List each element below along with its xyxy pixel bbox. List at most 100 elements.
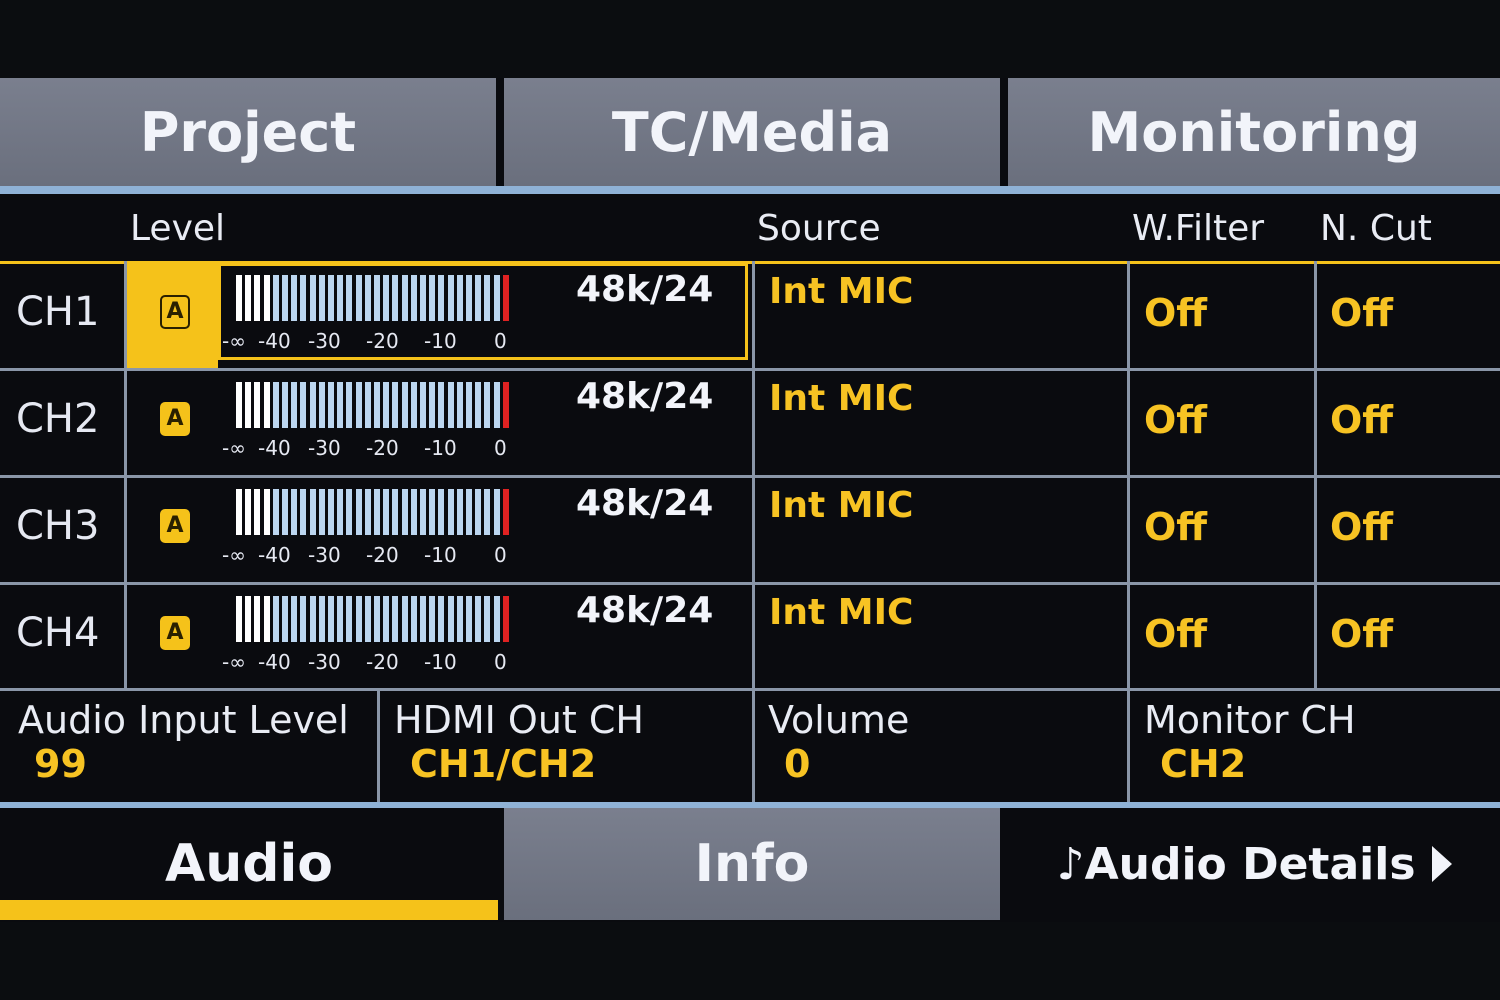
monitor-ch-value: CH2	[1160, 742, 1247, 786]
meter-scale: -∞ -40 -30 -20 -10 0	[222, 543, 522, 569]
meter-segment	[355, 596, 362, 642]
tab-audio[interactable]: Audio	[0, 808, 498, 920]
wfilter-value[interactable]: Off	[1144, 612, 1207, 656]
meter-segment	[328, 275, 334, 321]
sample-rate: 48k/24	[576, 590, 714, 631]
meter-segment	[245, 596, 252, 642]
settings-top-divider	[0, 688, 1500, 691]
scale-label: 0	[494, 650, 507, 674]
channel-row[interactable]: CH3 A -∞ -40 -30 -20 -10 0 48k/24 Int MIC Off Off	[0, 475, 1500, 582]
meter-segment	[346, 596, 353, 642]
meter-segment	[502, 489, 509, 535]
meter-segment	[502, 275, 509, 321]
level-header: Level	[130, 208, 226, 249]
meter-segment	[484, 275, 491, 321]
wfilter-value[interactable]: Off	[1144, 505, 1207, 549]
level-meter	[236, 489, 518, 535]
meter-segment	[291, 275, 298, 321]
col-divider	[1314, 368, 1317, 475]
scale-label: -10	[424, 650, 457, 674]
meter-segment	[346, 489, 353, 535]
meter-segment	[355, 275, 362, 321]
scale-label: -∞	[222, 543, 246, 567]
meter-segment	[429, 382, 436, 428]
monitor-ch-setting[interactable]: Monitor CH CH2	[1144, 698, 1356, 786]
meter-segment	[272, 596, 279, 642]
meter-segment	[337, 275, 344, 321]
sample-rate: 48k/24	[576, 376, 714, 417]
meter-segment	[245, 489, 252, 535]
volume-value: 0	[784, 742, 811, 786]
volume-setting[interactable]: Volume 0	[768, 698, 909, 786]
tab-project[interactable]: Project	[0, 78, 496, 186]
source-value[interactable]: Int MIC	[769, 485, 913, 526]
auto-level-cell[interactable]: A	[126, 475, 218, 582]
meter-segment	[466, 489, 472, 535]
channel-row[interactable]: CH4 A -∞ -40 -30 -20 -10 0 48k/24 Int MIC Off Off	[0, 582, 1500, 689]
scale-label: -40	[258, 650, 291, 674]
sample-rate: 48k/24	[576, 483, 714, 524]
tab-info[interactable]: Info	[504, 808, 1000, 920]
meter-segment	[374, 275, 380, 321]
scale-label: -10	[424, 543, 457, 567]
auto-badge-icon: A	[160, 616, 190, 650]
auto-level-cell[interactable]: A	[126, 261, 218, 368]
ncut-value[interactable]: Off	[1330, 612, 1393, 656]
ncut-value[interactable]: Off	[1330, 291, 1393, 335]
meter-segment	[337, 596, 344, 642]
col-divider	[752, 368, 755, 475]
auto-badge-icon: A	[160, 402, 190, 436]
source-value[interactable]: Int MIC	[769, 378, 913, 419]
top-tab-bar: Project TC/Media Monitoring	[0, 78, 1500, 194]
meter-segment	[318, 596, 325, 642]
audio-input-level-setting[interactable]: Audio Input Level 99	[18, 698, 349, 786]
tab-monitoring[interactable]: Monitoring	[1008, 78, 1500, 186]
auto-level-cell[interactable]: A	[126, 582, 218, 689]
meter-segment	[410, 275, 417, 321]
scale-label: -20	[366, 436, 399, 460]
meter-segment	[484, 382, 491, 428]
wfilter-value[interactable]: Off	[1144, 398, 1207, 442]
meter-segment	[318, 275, 325, 321]
level-meter	[236, 382, 518, 428]
channel-row[interactable]: CH1 A -∞ -40 -30 -20 -10 0 48k/24 Int MIC Off Off	[0, 261, 1500, 368]
channel-row[interactable]: CH2 A -∞ -40 -30 -20 -10 0 48k/24 Int MIC Off Off	[0, 368, 1500, 475]
meter-segment	[364, 275, 371, 321]
scale-label: 0	[494, 329, 507, 353]
ncut-value[interactable]: Off	[1330, 505, 1393, 549]
meter-segment	[263, 275, 270, 321]
meter-segment	[355, 489, 362, 535]
hdmi-out-ch-setting[interactable]: HDMI Out CH CH1/CH2	[394, 698, 644, 786]
tab-tc-media[interactable]: TC/Media	[504, 78, 1000, 186]
auto-level-cell[interactable]: A	[126, 368, 218, 475]
meter-segment	[245, 382, 252, 428]
meter-segment	[493, 489, 500, 535]
scale-label: -∞	[222, 650, 246, 674]
meter-segment	[254, 596, 261, 642]
scale-label: -40	[258, 543, 291, 567]
meter-segment	[282, 596, 288, 642]
wfilter-header: W.Filter	[1132, 208, 1265, 249]
meter-scale: -∞ -40 -30 -20 -10 0	[222, 650, 522, 676]
active-tab-indicator	[0, 900, 498, 920]
meter-segment	[374, 596, 380, 642]
meter-segment	[466, 275, 472, 321]
meter-segment	[291, 596, 298, 642]
col-divider	[1314, 582, 1317, 689]
meter-segment	[272, 275, 279, 321]
scale-label: -20	[366, 329, 399, 353]
meter-segment	[383, 382, 390, 428]
meter-segment	[337, 489, 344, 535]
scale-label: -40	[258, 436, 291, 460]
ncut-value[interactable]: Off	[1330, 398, 1393, 442]
source-value[interactable]: Int MIC	[769, 271, 913, 312]
audio-details-button[interactable]: ♪Audio Details	[1008, 808, 1500, 920]
ncut-header: N. Cut	[1320, 208, 1432, 249]
meter-segment	[493, 382, 500, 428]
scale-label: -30	[308, 543, 341, 567]
meter-segment	[392, 275, 399, 321]
source-value[interactable]: Int MIC	[769, 592, 913, 633]
col-divider	[752, 261, 755, 368]
meter-segment	[484, 596, 491, 642]
wfilter-value[interactable]: Off	[1144, 291, 1207, 335]
